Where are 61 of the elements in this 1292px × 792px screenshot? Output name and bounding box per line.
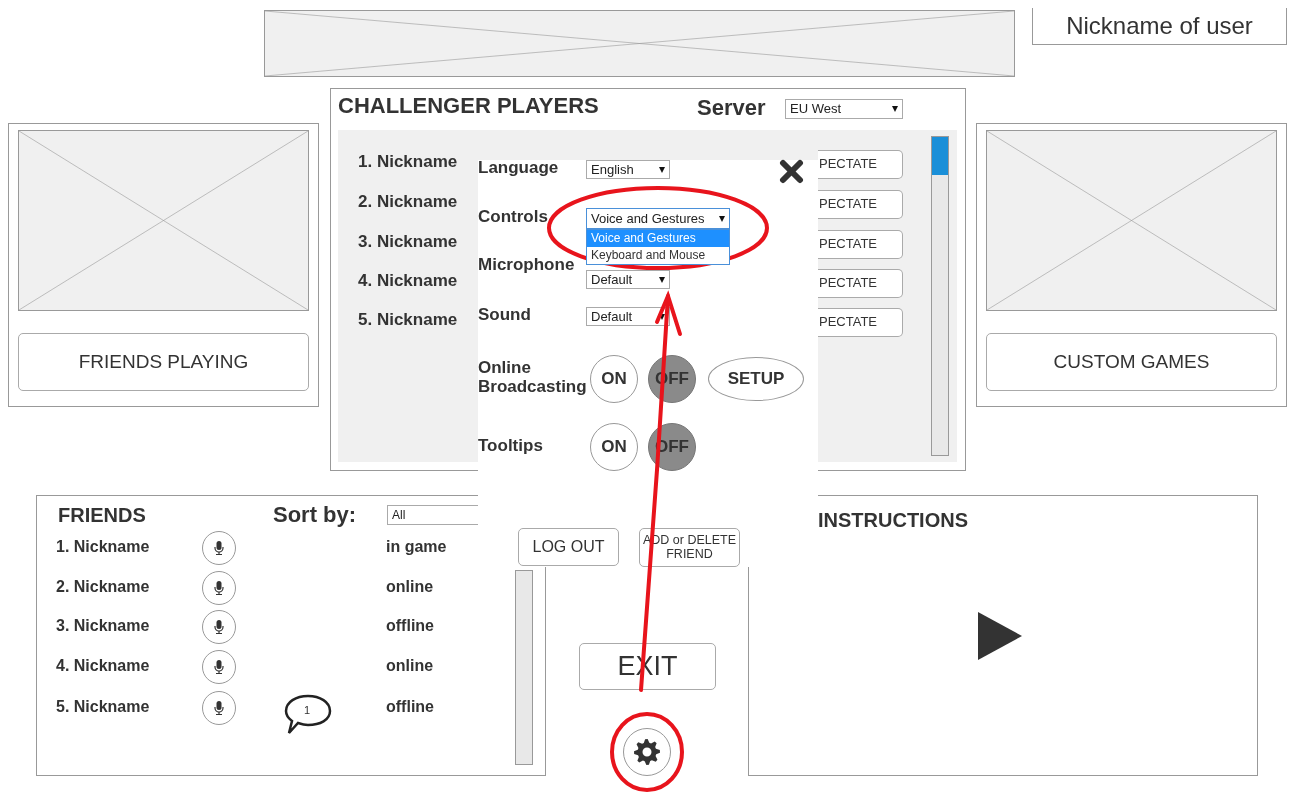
setting-label: Sound	[478, 306, 531, 325]
friend-status: online	[386, 578, 434, 596]
panel-title: FRIENDS	[58, 504, 146, 526]
friends-playing-button[interactable]: FRIENDS PLAYING	[18, 333, 309, 391]
microphone-icon	[214, 541, 224, 555]
scrollbar[interactable]	[931, 136, 949, 456]
speech-bubble-icon[interactable]	[284, 694, 332, 736]
settings-button[interactable]	[623, 728, 671, 776]
friend-name: 2. Nickname	[56, 578, 150, 596]
spectate-button[interactable]: PECTATE	[818, 269, 903, 298]
player-name: 4. Nickname	[358, 272, 458, 291]
friend-name: 4. Nickname	[56, 657, 150, 675]
player-name: 1. Nickname	[358, 153, 458, 172]
setting-select[interactable]: English	[586, 160, 670, 179]
player-name: 5. Nickname	[358, 311, 458, 330]
friend-status: online	[386, 657, 434, 675]
caret-icon	[892, 106, 898, 112]
spectate-button[interactable]: PECTATE	[818, 150, 903, 179]
friend-name: 5. Nickname	[56, 698, 150, 716]
sort-label: Sort by:	[273, 503, 357, 528]
panel-title: INSTRUCTIONS	[818, 509, 968, 531]
caret-icon	[719, 215, 725, 222]
setting-select[interactable]: Default	[586, 270, 670, 289]
play-icon[interactable]	[978, 612, 1022, 660]
close-icon[interactable]	[779, 159, 804, 184]
player-name: 3. Nickname	[358, 233, 458, 252]
caret-icon	[659, 276, 665, 283]
dropdown-option[interactable]: Keyboard and Mouse	[587, 247, 729, 264]
user-nickname: Nickname of user	[1032, 8, 1287, 45]
friend-status: offline	[386, 698, 434, 716]
unread-count: 1	[304, 705, 311, 716]
friend-name: 1. Nickname	[56, 538, 150, 556]
setting-label: Online Broadcasting	[478, 359, 588, 397]
friend-name: 3. Nickname	[56, 617, 150, 635]
server-select[interactable]: EU West	[785, 99, 903, 119]
microphone-icon	[214, 620, 224, 634]
caret-icon	[659, 166, 665, 173]
log-out-button[interactable]: LOG OUT	[518, 528, 619, 566]
microphone-icon	[214, 660, 224, 674]
setting-select[interactable]: Voice and Gestures	[586, 208, 730, 229]
custom-games-button[interactable]: CUSTOM GAMES	[986, 333, 1277, 391]
setting-label: Tooltips	[478, 437, 544, 456]
setting-label: Language	[478, 159, 559, 178]
scrollbar[interactable]	[515, 570, 533, 765]
player-name: 2. Nickname	[358, 193, 458, 212]
scrollbar-thumb[interactable]	[932, 137, 948, 175]
friend-status: offline	[386, 617, 434, 635]
spectate-button[interactable]: PECTATE	[818, 308, 903, 337]
microphone-icon	[214, 581, 224, 595]
friend-status: in game	[386, 538, 447, 556]
setting-label: Microphone	[478, 256, 575, 275]
settings-icon	[633, 738, 661, 766]
caret-icon	[659, 313, 665, 320]
sort-select[interactable]: All	[387, 505, 478, 525]
setting-label: Controls	[478, 208, 548, 227]
spectate-button[interactable]: PECTATE	[818, 230, 903, 259]
spectate-button[interactable]: PECTATE	[818, 190, 903, 219]
panel-title: CHALLENGER PLAYERS	[338, 94, 599, 119]
server-label: Server	[697, 96, 766, 121]
setting-select[interactable]: Default	[586, 307, 670, 326]
microphone-icon	[214, 701, 224, 715]
